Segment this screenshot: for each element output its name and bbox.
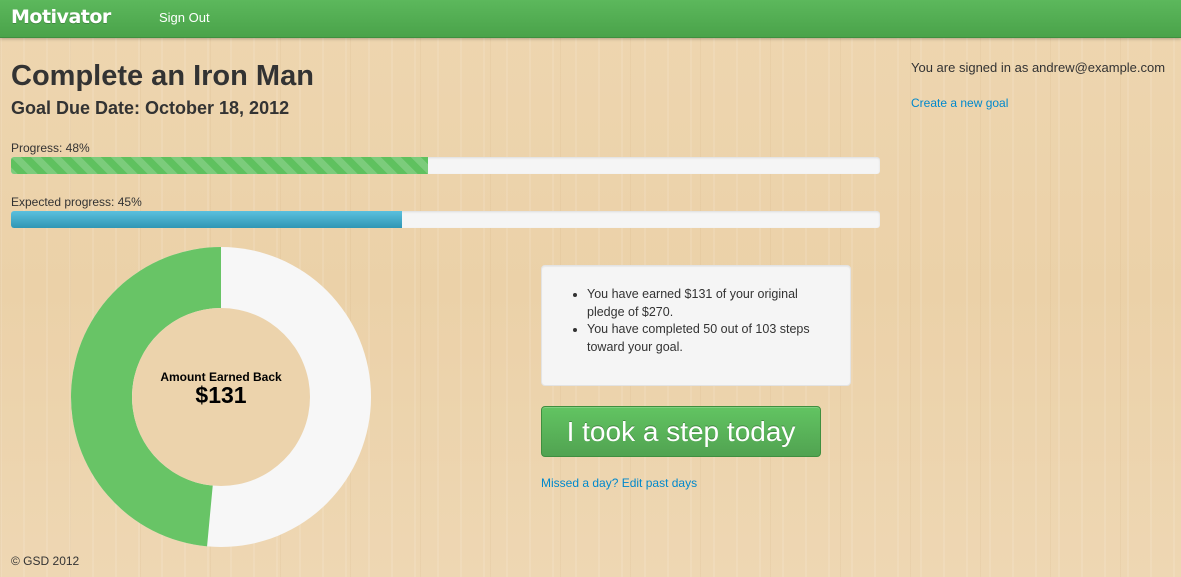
- donut-center-text: Amount Earned Back $131: [70, 370, 372, 409]
- footer-copyright: © GSD 2012: [11, 554, 80, 568]
- summary-list: You have earned $131 of your original pl…: [542, 286, 850, 356]
- goal-title: Complete an Iron Man: [11, 60, 314, 92]
- signed-in-text: You are signed in as andrew@example.com: [911, 60, 1166, 75]
- expected-progress-bar: [11, 211, 880, 228]
- create-goal-link[interactable]: Create a new goal: [911, 96, 1008, 110]
- expected-progress-bar-fill: [11, 211, 403, 228]
- summary-item: You have earned $131 of your original pl…: [587, 286, 827, 321]
- sign-out-link[interactable]: Sign Out: [159, 10, 210, 25]
- goal-due-date: Goal Due Date: October 18, 2012: [11, 98, 290, 118]
- expected-progress-label: Expected progress: 45%: [11, 195, 142, 209]
- amount-earned-donut: Amount Earned Back $131: [70, 246, 372, 548]
- brand-logo[interactable]: Motivator: [11, 6, 111, 28]
- edit-past-days-link[interactable]: Missed a day? Edit past days: [541, 476, 697, 490]
- took-step-button[interactable]: I took a step today: [541, 406, 821, 457]
- summary-well: You have earned $131 of your original pl…: [541, 265, 851, 386]
- navbar: Motivator Sign Out: [0, 0, 1181, 38]
- donut-value: $131: [195, 382, 247, 408]
- progress-label: Progress: 48%: [11, 141, 90, 155]
- progress-bar-fill: [11, 157, 429, 174]
- summary-item: You have completed 50 out of 103 steps t…: [587, 321, 827, 356]
- progress-bar: [11, 157, 880, 174]
